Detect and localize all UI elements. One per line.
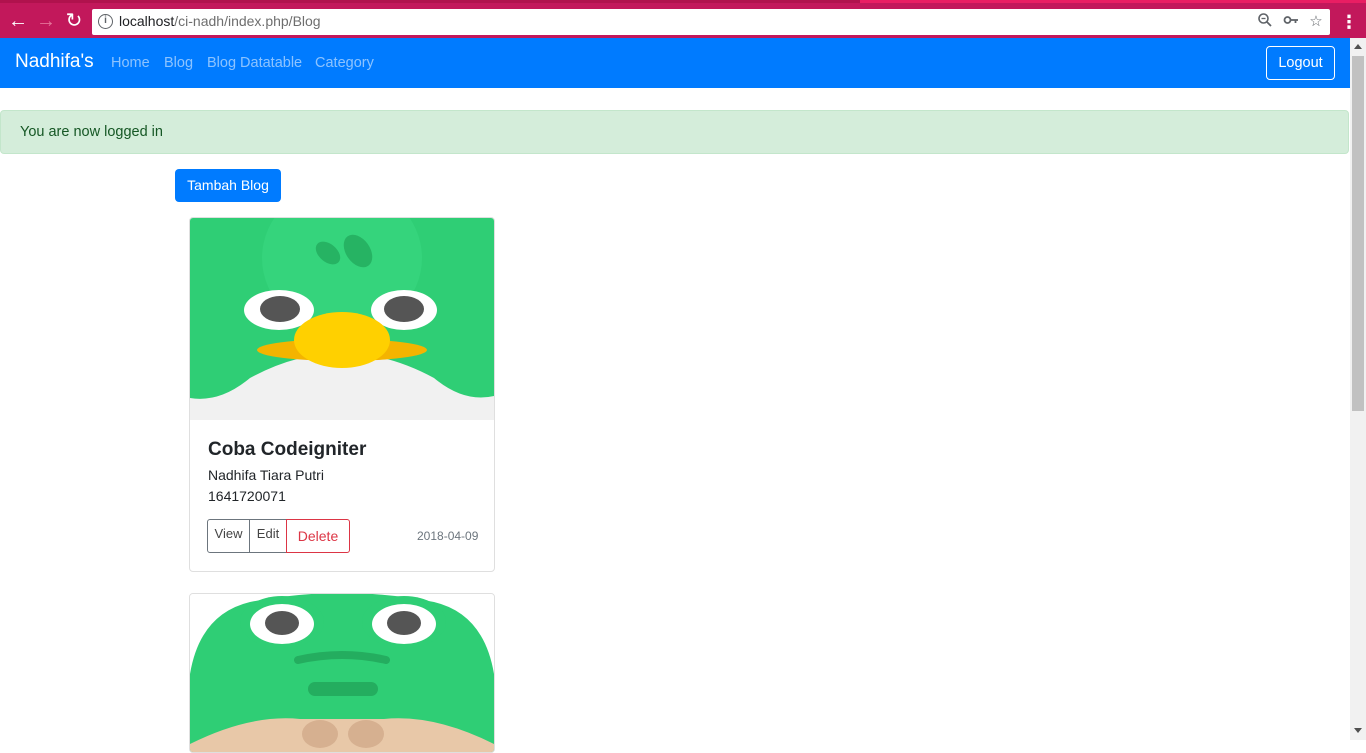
- scrollbar-thumb[interactable]: [1352, 56, 1364, 411]
- logout-button[interactable]: Logout: [1266, 46, 1335, 80]
- delete-button[interactable]: Delete: [286, 519, 350, 553]
- card-nim: 1641720071: [208, 488, 286, 504]
- blog-thumbnail: [190, 594, 494, 752]
- reload-icon[interactable]: ↻: [62, 9, 86, 33]
- nav-link-blog-datatable[interactable]: Blog Datatable: [207, 55, 302, 71]
- blog-thumbnail: [190, 218, 494, 420]
- blog-card: [189, 593, 495, 753]
- navbar: Nadhifa's Home Blog Blog Datatable Categ…: [0, 38, 1350, 88]
- page-scrollbar[interactable]: [1350, 38, 1366, 740]
- card-title: Coba Codeigniter: [208, 439, 367, 460]
- star-icon[interactable]: ☆: [1306, 12, 1326, 32]
- tab-strip: [860, 0, 1366, 3]
- edit-button[interactable]: Edit: [249, 519, 287, 553]
- zoom-icon[interactable]: [1255, 12, 1275, 32]
- url-path: /ci-nadh/index.php/Blog: [174, 13, 321, 29]
- nav-link-blog[interactable]: Blog: [164, 55, 193, 71]
- scroll-up-icon[interactable]: [1354, 44, 1362, 49]
- info-icon[interactable]: i: [98, 14, 113, 29]
- card-author: Nadhifa Tiara Putri: [208, 467, 324, 483]
- nav-link-category[interactable]: Category: [315, 55, 374, 71]
- scroll-down-icon[interactable]: [1354, 728, 1362, 733]
- url-host: localhost: [119, 13, 175, 29]
- navbar-brand[interactable]: Nadhifa's: [15, 51, 94, 73]
- view-button[interactable]: View: [207, 519, 250, 553]
- success-alert: You are now logged in: [0, 110, 1349, 154]
- add-blog-button[interactable]: Tambah Blog: [175, 169, 281, 202]
- nav-link-home[interactable]: Home: [111, 55, 150, 71]
- card-date: 2018-04-09: [417, 529, 479, 543]
- address-bar[interactable]: i localhost/ci-nadh/index.php/Blog ☆: [92, 9, 1330, 35]
- url-text[interactable]: localhost/ci-nadh/index.php/Blog: [119, 13, 321, 29]
- key-icon[interactable]: [1281, 12, 1301, 32]
- blog-card: Coba Codeigniter Nadhifa Tiara Putri 164…: [189, 217, 495, 572]
- forward-arrow-icon[interactable]: →: [34, 9, 58, 33]
- back-arrow-icon[interactable]: ←: [6, 9, 30, 33]
- browser-menu-icon[interactable]: ⋮: [1340, 10, 1358, 34]
- browser-toolbar: ← → ↻ i localhost/ci-nadh/index.php/Blog…: [0, 0, 1366, 38]
